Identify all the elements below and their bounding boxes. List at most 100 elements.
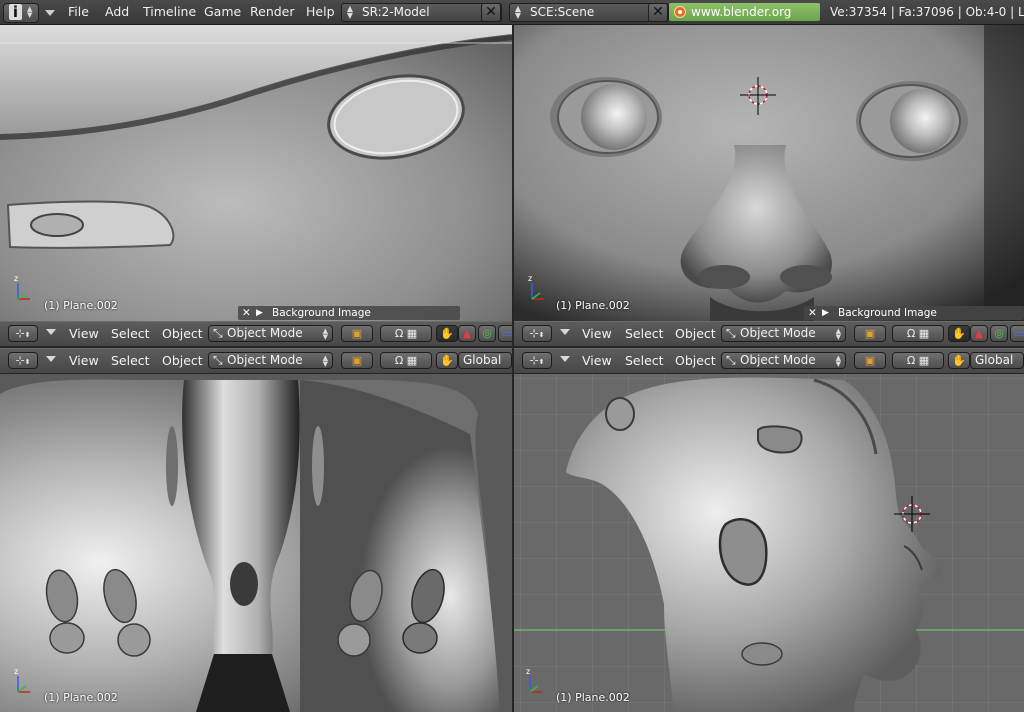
pivot-button[interactable]: Ω ▦: [380, 325, 432, 342]
hand-icon: ✋: [952, 354, 966, 367]
manipulator-toggle[interactable]: ✋: [948, 352, 970, 369]
sculpt-face-render: z: [514, 25, 1024, 321]
background-image-panel[interactable]: ✕ ▶ Background Image: [804, 306, 1024, 320]
draw-type-button[interactable]: ▣: [854, 352, 886, 369]
object-mode-icon: ⤡: [213, 326, 223, 340]
editor-type-button[interactable]: ⊹⬍: [8, 352, 38, 369]
chevron-updown-icon: ▲ ▼: [835, 327, 841, 341]
rotate-toggle[interactable]: ◎: [990, 325, 1008, 342]
editor-type-button[interactable]: ⊹⬍: [8, 325, 38, 342]
mode-selector[interactable]: ⤡ Object Mode ▲ ▼: [721, 325, 846, 342]
magnet-icon: Ω: [906, 327, 916, 340]
grid-icon: ▦: [406, 354, 418, 367]
menu-object[interactable]: Object: [675, 322, 716, 346]
window-type-button[interactable]: i ▲ ▼: [3, 3, 39, 23]
area-split-vertical[interactable]: [512, 25, 514, 712]
draw-type-button[interactable]: ▣: [854, 325, 886, 342]
scale-icon: ▭: [501, 327, 512, 340]
menu-view[interactable]: View: [582, 349, 612, 373]
scene-selector[interactable]: ▲ ▼ SCE:Scene ✕: [509, 3, 669, 22]
view3d-header-top-left: ⊹⬍ View Select Object ⤡ Object Mode ▲ ▼ ▣…: [0, 321, 512, 347]
scale-toggle[interactable]: ▭: [1010, 325, 1024, 342]
menu-select[interactable]: Select: [625, 322, 664, 346]
manipulator-toggle[interactable]: ✋: [436, 352, 458, 369]
menu-timeline[interactable]: Timeline: [143, 0, 196, 24]
sculpt-back-render: z: [0, 374, 512, 712]
viewport-top-right[interactable]: z (1) Plane.002 ✕ ▶ Background Image: [514, 25, 1024, 321]
translate-toggle[interactable]: ▲: [458, 325, 476, 342]
menu-view[interactable]: View: [69, 322, 99, 346]
scale-toggle[interactable]: ▭: [498, 325, 512, 342]
svg-text:z: z: [528, 274, 532, 283]
menu-select[interactable]: Select: [625, 349, 664, 373]
sculpt-side-render: z: [514, 374, 1024, 712]
background-image-panel[interactable]: ✕ ▶ Background Image: [238, 306, 460, 320]
solid-cube-icon: ▣: [864, 354, 876, 367]
menu-add[interactable]: Add: [105, 0, 129, 24]
viewport-top-left[interactable]: z (1) Plane.002 ✕ ▶ Background Image: [0, 25, 512, 321]
menu-select[interactable]: Select: [111, 349, 150, 373]
object-label: (1) Plane.002: [44, 299, 118, 312]
manipulator-toggle[interactable]: ✋: [436, 325, 458, 342]
mode-selector[interactable]: ⤡ Object Mode ▲ ▼: [208, 352, 333, 369]
hand-icon: ✋: [440, 327, 454, 340]
menu-view[interactable]: View: [582, 322, 612, 346]
collapse-menu-icon[interactable]: [46, 329, 56, 335]
menu-select[interactable]: Select: [111, 322, 150, 346]
draw-type-button[interactable]: ▣: [341, 352, 373, 369]
hand-icon: ✋: [440, 354, 454, 367]
object-label: (1) Plane.002: [556, 691, 630, 704]
manipulator-toggle[interactable]: ✋: [948, 325, 970, 342]
chevron-updown-icon: ▲ ▼: [322, 354, 328, 368]
triangle-icon: ▲: [462, 327, 472, 340]
menu-object[interactable]: Object: [675, 349, 716, 373]
screen-selector[interactable]: ▲ ▼ SR:2-Model ✕: [341, 3, 502, 22]
mode-selector[interactable]: ⤡ Object Mode ▲ ▼: [208, 325, 333, 342]
magnet-icon: Ω: [906, 354, 916, 367]
menu-game[interactable]: Game: [204, 0, 241, 24]
translate-toggle[interactable]: ▲: [970, 325, 988, 342]
close-icon[interactable]: ✕: [808, 306, 817, 320]
blender-url-badge[interactable]: www.blender.org 249.2: [669, 3, 820, 37]
collapse-menu-icon[interactable]: [45, 10, 55, 16]
close-icon[interactable]: ✕: [242, 306, 251, 320]
object-mode-icon: ⤡: [726, 353, 736, 367]
info-header: i ▲ ▼ File Add Timeline Game Render Help …: [0, 0, 1024, 37]
play-icon[interactable]: ▶: [256, 306, 263, 320]
magnet-icon: Ω: [394, 354, 404, 367]
mode-selector[interactable]: ⤡ Object Mode ▲ ▼: [721, 352, 846, 369]
rotate-icon: ◎: [482, 327, 492, 340]
magnet-icon: Ω: [394, 327, 404, 340]
orientation-selector[interactable]: Global: [458, 352, 512, 369]
chevron-updown-icon: ▲ ▼: [322, 327, 328, 341]
pivot-button[interactable]: Ω ▦: [892, 352, 944, 369]
editor-type-button[interactable]: ⊹⬍: [522, 325, 552, 342]
collapse-menu-icon[interactable]: [560, 329, 570, 335]
viewport-bottom-right[interactable]: z (1) Plane.002: [514, 374, 1024, 712]
info-icon: i: [9, 4, 22, 21]
crosshair-icon: ⊹: [529, 327, 539, 340]
collapse-menu-icon[interactable]: [46, 356, 56, 362]
pivot-button[interactable]: Ω ▦: [892, 325, 944, 342]
menu-object[interactable]: Object: [162, 322, 203, 346]
draw-type-button[interactable]: ▣: [341, 325, 373, 342]
menu-view[interactable]: View: [69, 349, 99, 373]
area-split-horizontal[interactable]: [0, 346, 1024, 348]
menu-object[interactable]: Object: [162, 349, 203, 373]
rotate-icon: ◎: [994, 327, 1004, 340]
triangle-icon: ▲: [974, 327, 984, 340]
viewport-bottom-left[interactable]: z (1) Plane.002: [0, 374, 512, 712]
svg-text:z: z: [526, 667, 530, 676]
delete-scene-button[interactable]: ✕: [648, 3, 668, 22]
menu-help[interactable]: Help: [306, 0, 335, 24]
rotate-toggle[interactable]: ◎: [478, 325, 496, 342]
play-icon[interactable]: ▶: [822, 306, 829, 320]
delete-screen-button[interactable]: ✕: [481, 3, 501, 22]
orientation-selector[interactable]: Global: [970, 352, 1024, 369]
editor-type-button[interactable]: ⊹⬍: [522, 352, 552, 369]
collapse-menu-icon[interactable]: [560, 356, 570, 362]
menu-render[interactable]: Render: [250, 0, 295, 24]
pivot-button[interactable]: Ω ▦: [380, 352, 432, 369]
crosshair-icon: ⊹: [529, 354, 539, 367]
menu-file[interactable]: File: [68, 0, 89, 24]
